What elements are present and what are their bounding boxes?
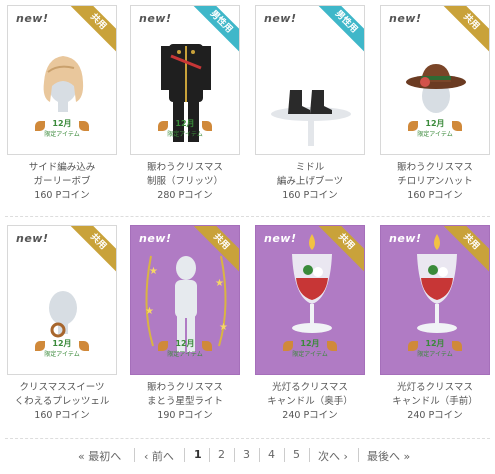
item-name-line1: ミドル [295,162,325,173]
item-thumbnail[interactable]: new! 共用 12月 限定アイテム [255,225,365,375]
item-thumbnail[interactable]: new! 男性用 12月 限定アイテム [130,5,240,155]
pager-separator [284,448,285,462]
page-2-link[interactable]: 2 [218,448,225,461]
item-price: 160 Pコイン [34,190,90,201]
prev-page-link[interactable]: ‹ 前へ [144,448,174,464]
pager-separator [358,448,359,462]
limited-item-tag: 12月 限定アイテム [35,118,89,148]
svg-text:★: ★ [219,322,228,333]
svg-text:★: ★ [215,278,224,289]
item-caption: 賑わうクリスマス まとう星型ライト 190 Pコイン [130,381,240,423]
limited-item-tag: 12月 限定アイテム [158,118,212,148]
item-caption: クリスマススイーツ くわえるプレッツェル 160 Pコイン [7,381,117,423]
item-name-line2: チロリアンハット [397,176,473,187]
next-page-link[interactable]: 次へ › [318,448,348,464]
item-price: 240 Pコイン [407,410,463,421]
page-4-link[interactable]: 4 [268,448,275,461]
item-price: 280 Pコイン [157,190,213,201]
item-thumbnail[interactable]: new! 共用 12月 限定アイテム [380,5,490,155]
svg-text:★: ★ [149,266,158,277]
item-name-line2: 制服（フリッツ） [146,176,223,187]
item-name-line2: キャンドル（手前） [392,396,478,407]
item-name-line1: 賑わうクリスマス [397,162,473,173]
boots-image [271,90,351,146]
item-name-line1: クリスマススイーツ [19,382,105,393]
item-name-line2: 編み上げブーツ [276,176,344,187]
limited-item-tag: 12月 限定アイテム [408,338,462,368]
item-thumbnail[interactable]: new! 共用 ★ ★ ★ ★ 12月 限定アイテム [130,225,240,375]
limited-item-tag: 12月 限定アイテム [35,338,89,368]
item-caption: 賑わうクリスマス チロリアンハット 160 Pコイン [380,161,490,203]
item-price: 190 Pコイン [157,410,213,421]
item-price: 160 Pコイン [34,410,90,421]
item-name-line2: ガーリーボブ [33,176,91,187]
page-5-link[interactable]: 5 [293,448,300,461]
item-thumbnail[interactable]: new! 共用 12月 限定アイテム [7,5,117,155]
page-3-link[interactable]: 3 [243,448,250,461]
pager-separator [184,448,185,462]
pager-separator [134,448,135,462]
pager-separator [309,448,310,462]
first-page-link[interactable]: « 最初へ [78,448,121,464]
svg-text:★: ★ [145,306,154,317]
pager-separator [209,448,210,462]
last-page-link[interactable]: 最後へ » [367,448,410,464]
item-price: 160 Pコイン [282,190,338,201]
item-caption: 光灯るクリスマス キャンドル（奥手） 240 Pコイン [255,381,365,423]
pager-separator [259,448,260,462]
item-thumbnail[interactable]: new! 共用 12月 限定アイテム [7,225,117,375]
item-caption: 賑わうクリスマス 制服（フリッツ） 280 Pコイン [130,161,240,203]
item-price: 240 Pコイン [282,410,338,421]
pagination: « 最初へ ‹ 前へ 1 2 3 4 5 次へ › 最後へ » [0,446,495,466]
page-1-current: 1 [194,448,202,461]
item-caption: 光灯るクリスマス キャンドル（手前） 240 Pコイン [380,381,490,423]
item-thumbnail[interactable]: new! 男性用 [255,5,365,155]
item-name-line1: 光灯るクリスマス [272,382,348,393]
row-divider [5,216,490,217]
item-name-line2: キャンドル（奥手） [267,396,353,407]
item-name-line1: 光灯るクリスマス [397,382,473,393]
pager-separator [234,448,235,462]
item-name-line2: くわえるプレッツェル [14,396,110,407]
item-name-line2: まとう星型ライト [146,396,223,407]
row-divider [5,438,490,439]
limited-item-tag: 12月 限定アイテム [408,118,462,148]
item-name-line1: サイド編み込み [28,162,96,173]
item-name-line1: 賑わうクリスマス [147,382,223,393]
item-caption: サイド編み込み ガーリーボブ 160 Pコイン [7,161,117,203]
item-price: 160 Pコイン [407,190,463,201]
limited-item-tag: 12月 限定アイテム [283,338,337,368]
item-caption: ミドル 編み上げブーツ 160 Pコイン [255,161,365,203]
item-thumbnail[interactable]: new! 共用 12月 限定アイテム [380,225,490,375]
item-name-line1: 賑わうクリスマス [147,162,223,173]
limited-item-tag: 12月 限定アイテム [158,338,212,368]
